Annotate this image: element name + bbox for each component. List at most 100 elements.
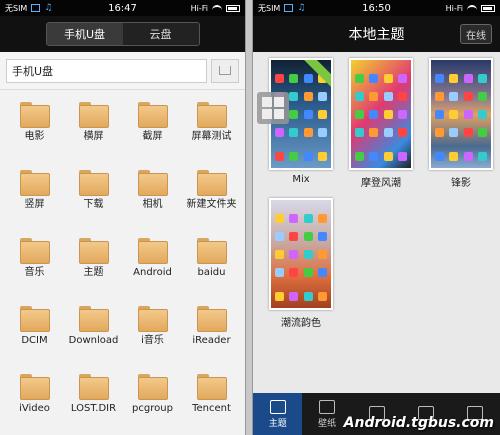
- folder-item[interactable]: iReader: [182, 300, 241, 368]
- folder-item[interactable]: pcgroup: [123, 368, 182, 435]
- folder-item[interactable]: LOST.DIR: [64, 368, 123, 435]
- theme-item[interactable]: Mix: [261, 58, 341, 198]
- image-notification-icon: [31, 4, 41, 12]
- theme-preview-thumbnail: [429, 58, 493, 170]
- folder-item[interactable]: Download: [64, 300, 123, 368]
- folder-label: Android: [133, 267, 172, 278]
- folder-item[interactable]: 新建文件夹: [182, 164, 241, 232]
- folder-item[interactable]: 相机: [123, 164, 182, 232]
- folder-item[interactable]: 音乐: [5, 232, 64, 300]
- folder-grid: 电影 横屏 截屏 屏幕测试竖屏 下载 相机 新建文件夹音乐 主题 Android baidu DCI…: [0, 90, 245, 435]
- folder-label: 主题: [83, 267, 104, 278]
- folder-icon: [196, 374, 227, 400]
- tab-icon: [269, 399, 286, 414]
- folder-item[interactable]: baidu: [182, 232, 241, 300]
- folder-item[interactable]: 截屏: [123, 96, 182, 164]
- folder-icon: [19, 374, 50, 400]
- folder-item[interactable]: 电影: [5, 96, 64, 164]
- battery-icon: [481, 4, 495, 12]
- path-bar: 手机U盘: [0, 52, 245, 90]
- folder-label: iReader: [192, 335, 231, 346]
- folder-icon: [137, 238, 168, 264]
- floating-window-icon[interactable]: [257, 92, 289, 124]
- tab-phone-udisk[interactable]: 手机U盘: [46, 23, 123, 45]
- folder-item[interactable]: 屏幕测试: [182, 96, 241, 164]
- folder-item[interactable]: Tencent: [182, 368, 241, 435]
- theme-item[interactable]: 锋影: [421, 58, 500, 198]
- folder-icon: [196, 170, 227, 196]
- folder-label: DCIM: [21, 335, 48, 346]
- folder-item[interactable]: 横屏: [64, 96, 123, 164]
- folder-label: 下载: [83, 199, 104, 210]
- folder-icon: [78, 238, 109, 264]
- folder-icon: [78, 306, 109, 332]
- theme-manager-screen: 无SIM ♫ 16:50 Hi-Fi 本地主题 在线 Mix 摩登风潮 锋影潮流韵色…: [252, 0, 500, 435]
- wifi-icon: [212, 4, 222, 12]
- parent-folder-button[interactable]: [211, 58, 239, 83]
- status-bar: 无SIM ♫ 16:50 Hi-Fi: [253, 0, 500, 16]
- theme-name: 摩登风潮: [361, 178, 401, 189]
- folder-item[interactable]: 主题: [64, 232, 123, 300]
- watermark: Android.tgbus.com: [343, 415, 494, 431]
- folder-icon: [19, 238, 50, 264]
- title-bar: 本地主题 在线: [253, 16, 500, 52]
- theme-item[interactable]: 潮流韵色: [261, 198, 341, 338]
- folder-label: baidu: [197, 267, 226, 278]
- hifi-label: Hi-Fi: [190, 3, 208, 13]
- storage-switcher-bar: 手机U盘 云盘: [0, 16, 245, 52]
- theme-name: 潮流韵色: [281, 318, 321, 329]
- theme-grid: Mix 摩登风潮 锋影潮流韵色: [253, 52, 500, 338]
- folder-icon: [137, 170, 168, 196]
- folder-icon: [196, 238, 227, 264]
- folder-label: 竖屏: [24, 199, 45, 210]
- folder-item[interactable]: iVideo: [5, 368, 64, 435]
- bottom-tab[interactable]: 主题: [253, 393, 303, 435]
- folder-label: 屏幕测试: [191, 131, 232, 142]
- storage-segmented-control: 手机U盘 云盘: [45, 22, 200, 46]
- folder-label: 截屏: [142, 131, 163, 142]
- page-title: 本地主题: [348, 27, 405, 43]
- folder-label: Tencent: [192, 403, 231, 414]
- tab-icon: [319, 399, 336, 414]
- folder-icon: [196, 102, 227, 128]
- folder-icon: [137, 374, 168, 400]
- hifi-label: Hi-Fi: [445, 3, 463, 13]
- folder-label: 电影: [24, 131, 45, 142]
- theme-name: Mix: [292, 174, 310, 185]
- tab-cloud-disk[interactable]: 云盘: [122, 23, 199, 45]
- folder-label: 音乐: [24, 267, 45, 278]
- folder-item[interactable]: 竖屏: [5, 164, 64, 232]
- wifi-icon: [467, 4, 477, 12]
- folder-item[interactable]: Android: [123, 232, 182, 300]
- theme-preview-thumbnail: [269, 198, 333, 310]
- status-bar: 无SIM ♫ 16:47 Hi-Fi: [0, 0, 245, 16]
- folder-icon: [78, 102, 109, 128]
- folder-icon: [19, 170, 50, 196]
- folder-label: Download: [68, 335, 119, 346]
- image-notification-icon: [284, 4, 294, 12]
- folder-item[interactable]: i音乐: [123, 300, 182, 368]
- folder-icon: [19, 102, 50, 128]
- folder-icon: [19, 306, 50, 332]
- folder-label: pcgroup: [132, 403, 173, 414]
- online-themes-button[interactable]: 在线: [460, 24, 492, 44]
- folder-label: LOST.DIR: [70, 403, 117, 414]
- battery-icon: [226, 4, 240, 12]
- theme-preview-thumbnail: [349, 58, 413, 170]
- theme-name: 锋影: [451, 178, 471, 189]
- folder-item[interactable]: DCIM: [5, 300, 64, 368]
- folder-up-icon: [219, 66, 231, 75]
- music-notification-icon: ♫: [297, 3, 306, 13]
- carrier-label: 无SIM: [5, 3, 28, 13]
- folder-icon: [137, 102, 168, 128]
- tab-label: 壁纸: [318, 418, 337, 429]
- file-manager-screen: 无SIM ♫ 16:47 Hi-Fi 手机U盘 云盘 手机U盘 电影 横屏 截屏 屏幕…: [0, 0, 246, 435]
- tab-label: 主题: [268, 418, 287, 429]
- folder-icon: [78, 170, 109, 196]
- theme-item[interactable]: 摩登风潮: [341, 58, 421, 198]
- clock: 16:47: [108, 2, 137, 14]
- music-notification-icon: ♫: [44, 3, 53, 13]
- folder-item[interactable]: 下载: [64, 164, 123, 232]
- folder-icon: [78, 374, 109, 400]
- folder-label: i音乐: [141, 335, 164, 346]
